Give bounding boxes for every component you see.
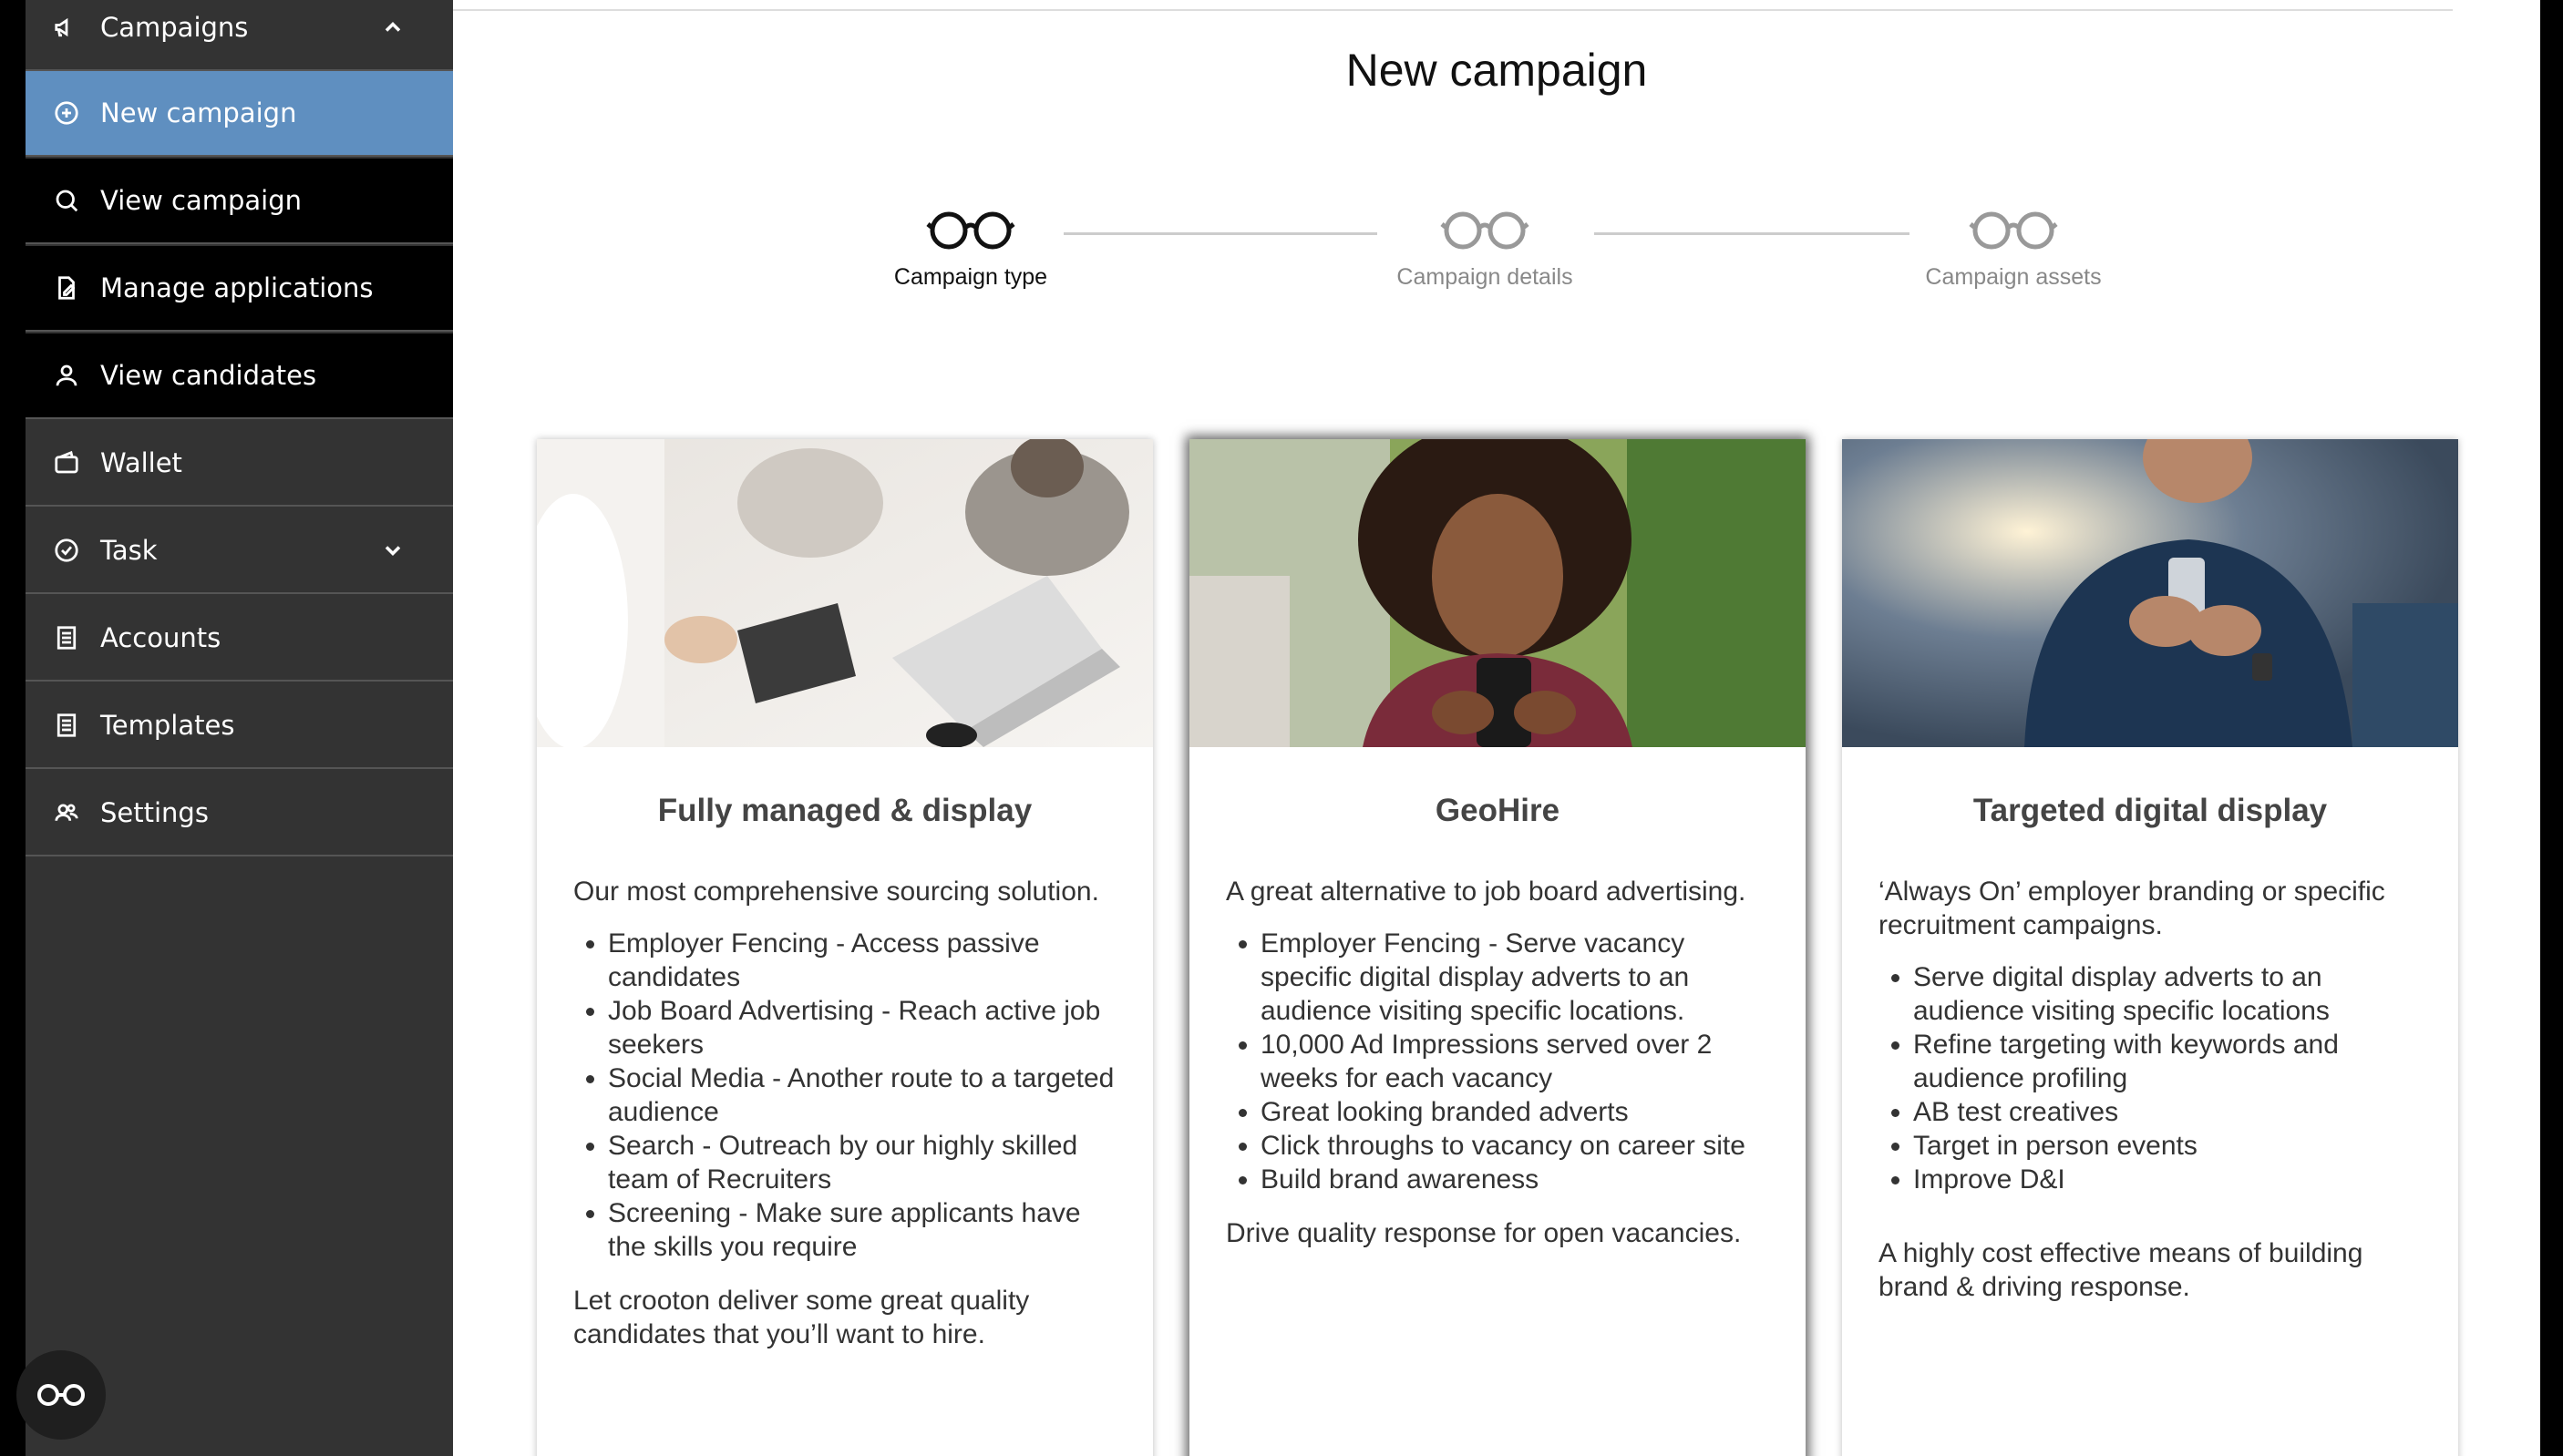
step-label: Campaign assets — [1925, 264, 2102, 290]
list-item: AB test creatives — [1913, 1095, 2422, 1129]
list-item: 10,000 Ad Impressions served over 2 week… — [1261, 1028, 1769, 1095]
sidebar-item-label: Wallet — [100, 447, 182, 478]
divider — [453, 9, 2453, 11]
sidebar-item-task[interactable]: Task — [26, 508, 453, 594]
card-feature-list: Serve digital display adverts to an audi… — [1913, 960, 2422, 1196]
sidebar-item-accounts[interactable]: Accounts — [26, 596, 453, 682]
sidebar: Campaigns New campaign View campaign Man… — [26, 0, 453, 1456]
sidebar-item-label: Campaigns — [100, 12, 249, 43]
card-title: Targeted digital display — [1972, 793, 2328, 828]
sidebar-item-label: Templates — [100, 710, 235, 741]
list-item: Search - Outreach by our highly skilled … — [608, 1129, 1117, 1196]
card-title: Fully managed & display — [657, 793, 1033, 828]
users-icon — [51, 797, 82, 828]
accessibility-glasses-button[interactable] — [16, 1350, 106, 1440]
campaign-card-targeted-digital-display[interactable]: Targeted digital display ‘Always On’ emp… — [1842, 439, 2458, 1456]
list-item: Serve digital display adverts to an audi… — [1913, 960, 2422, 1028]
list-item: Improve D&I — [1913, 1163, 2422, 1196]
sidebar-item-label: View candidates — [100, 360, 317, 391]
card-footer-text: Let crooton deliver some great quality c… — [573, 1286, 1030, 1349]
sidebar-item-view-campaign[interactable]: View campaign — [26, 159, 453, 244]
list-item: Refine targeting with keywords and audie… — [1913, 1028, 2422, 1095]
megaphone-icon — [51, 12, 82, 43]
glasses-icon — [1969, 211, 2058, 250]
sidebar-item-view-candidates[interactable]: View candidates — [26, 333, 453, 419]
campaign-card-fully-managed[interactable]: Fully managed & display Our most compreh… — [537, 439, 1153, 1456]
campaign-card-geohire[interactable]: GeoHire A great alternative to job board… — [1189, 439, 1806, 1456]
plus-circle-icon — [51, 97, 82, 128]
step-connector — [1594, 232, 1909, 235]
page-title: New campaign — [1345, 45, 1648, 96]
sidebar-item-campaigns[interactable]: Campaigns — [26, 0, 453, 71]
card-intro: Our most comprehensive sourcing solution… — [573, 877, 1099, 907]
sidebar-item-wallet[interactable]: Wallet — [26, 421, 453, 507]
card-footer-text: A highly cost effective means of buildin… — [1879, 1238, 2363, 1302]
step-label: Campaign type — [893, 264, 1048, 290]
list-item: Social Media - Another route to a target… — [608, 1061, 1117, 1129]
sidebar-item-new-campaign[interactable]: New campaign — [26, 71, 453, 157]
list-item: Click throughs to vacancy on career site — [1261, 1129, 1769, 1163]
glasses-icon — [1440, 211, 1529, 250]
list-item: Great looking branded adverts — [1261, 1095, 1769, 1129]
list-item: Build brand awareness — [1261, 1163, 1769, 1196]
sidebar-item-manage-applications[interactable]: Manage applications — [26, 246, 453, 332]
list-item: Employer Fencing - Serve vacancy specifi… — [1261, 927, 1769, 1028]
chevron-down-icon[interactable] — [380, 538, 406, 563]
card-image-team-meeting — [537, 439, 1153, 747]
wallet-icon — [51, 447, 82, 478]
card-title: GeoHire — [1435, 793, 1560, 828]
user-icon — [51, 360, 82, 391]
card-image-man-phone — [1842, 439, 2458, 747]
step-campaign-details[interactable]: Campaign details — [1384, 208, 1585, 291]
step-campaign-type[interactable]: Campaign type — [885, 208, 1056, 291]
glasses-icon — [926, 211, 1015, 250]
window-edge — [2540, 0, 2563, 1456]
card-feature-list: Employer Fencing - Serve vacancy specifi… — [1261, 927, 1769, 1196]
main-content: New campaign Campaign type Campaign deta… — [453, 0, 2540, 1456]
card-intro: ‘Always On’ employer branding or specifi… — [1879, 877, 2385, 940]
step-connector — [1064, 232, 1377, 235]
sidebar-item-label: Task — [100, 535, 158, 566]
card-image-woman-phone — [1189, 439, 1806, 747]
sidebar-item-label: New campaign — [100, 97, 297, 128]
list-item: Screening - Make sure applicants have th… — [608, 1196, 1117, 1264]
step-campaign-assets[interactable]: Campaign assets — [1915, 208, 2112, 291]
document-list-icon — [51, 710, 82, 741]
glasses-icon — [37, 1384, 85, 1406]
list-item: Employer Fencing - Access passive candid… — [608, 927, 1117, 994]
search-icon — [51, 185, 82, 216]
chevron-up-icon[interactable] — [380, 15, 406, 40]
sidebar-item-label: Accounts — [100, 622, 221, 653]
card-intro: A great alternative to job board adverti… — [1226, 877, 1746, 907]
sidebar-item-label: Settings — [100, 797, 209, 828]
list-item: Target in person events — [1913, 1129, 2422, 1163]
check-circle-icon — [51, 535, 82, 566]
sidebar-item-label: View campaign — [100, 185, 303, 216]
list-item: Job Board Advertising - Reach active job… — [608, 994, 1117, 1061]
card-footer-text: Drive quality response for open vacancie… — [1226, 1218, 1742, 1248]
sidebar-item-label: Manage applications — [100, 272, 374, 303]
sidebar-item-templates[interactable]: Templates — [26, 683, 453, 769]
edit-document-icon — [51, 272, 82, 303]
sidebar-item-settings[interactable]: Settings — [26, 771, 453, 856]
document-list-icon — [51, 622, 82, 653]
card-feature-list: Employer Fencing - Access passive candid… — [608, 927, 1117, 1264]
step-label: Campaign details — [1396, 264, 1573, 290]
